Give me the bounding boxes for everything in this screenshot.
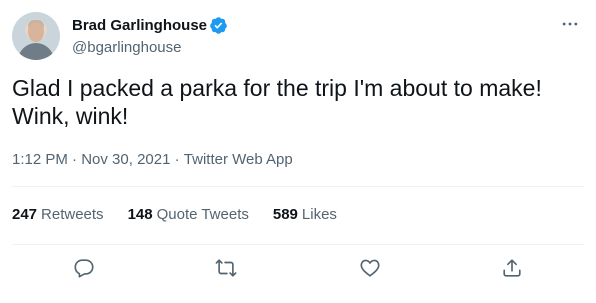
- share-button[interactable]: [499, 255, 525, 281]
- display-name[interactable]: Brad Garlinghouse: [72, 17, 207, 34]
- retweet-button[interactable]: [213, 255, 239, 281]
- tweet-text: Glad I packed a parka for the trip I'm a…: [12, 75, 542, 129]
- heart-icon: [360, 259, 380, 277]
- tweet-time[interactable]: 1:12 PM: [12, 150, 68, 170]
- share-icon: [503, 259, 521, 277]
- quote-tweets-stat[interactable]: 148 Quote Tweets: [128, 204, 249, 226]
- meta-separator: ·: [170, 151, 184, 168]
- tweet-stats: 247 Retweets 148 Quote Tweets 589 Likes: [12, 204, 361, 226]
- display-name-row: Brad Garlinghouse: [72, 15, 228, 35]
- divider: [12, 186, 584, 187]
- more-horizontal-icon[interactable]: [560, 14, 580, 34]
- reply-icon: [74, 259, 94, 278]
- avatar-shoulders: [18, 43, 54, 60]
- quote-tweets-count: 148: [127, 206, 153, 223]
- likes-count: 589: [272, 206, 298, 223]
- retweets-label: Retweets: [41, 206, 104, 223]
- verified-badge-icon: [209, 16, 228, 35]
- avatar-head: [28, 22, 44, 42]
- tweet-actions: [12, 245, 584, 291]
- likes-stat[interactable]: 589 Likes: [273, 204, 337, 226]
- retweet-icon: [215, 259, 237, 277]
- meta-separator: ·: [67, 151, 82, 168]
- tweet-date[interactable]: Nov 30, 2021: [81, 150, 170, 170]
- retweets-count: 247: [12, 206, 38, 223]
- tweet-header: Brad Garlinghouse @bgarlinghouse: [12, 10, 584, 62]
- avatar[interactable]: [12, 12, 60, 60]
- reply-button[interactable]: [71, 255, 97, 281]
- likes-label: Likes: [301, 206, 337, 223]
- tweet-source[interactable]: Twitter Web App: [184, 150, 293, 170]
- author-info: Brad Garlinghouse @bgarlinghouse: [72, 15, 228, 58]
- retweets-stat[interactable]: 247 Retweets: [12, 204, 104, 226]
- quote-tweets-label: Quote Tweets: [156, 206, 249, 223]
- author-handle[interactable]: @bgarlinghouse: [72, 38, 228, 58]
- like-button[interactable]: [357, 255, 383, 281]
- tweet-meta: 1:12 PM · Nov 30, 2021 · Twitter Web App: [12, 150, 293, 170]
